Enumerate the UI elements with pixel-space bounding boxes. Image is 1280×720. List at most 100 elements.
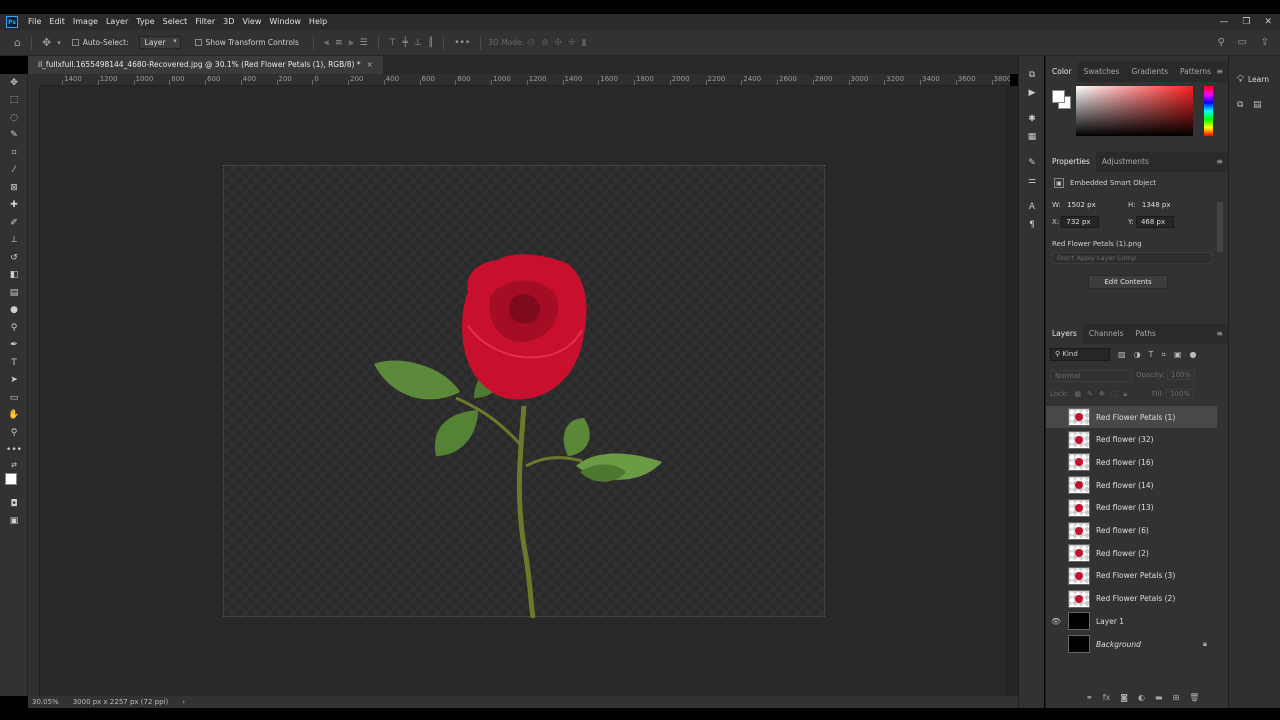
screen-mode-icon[interactable]: ▣ [0,513,28,531]
fx-icon[interactable]: fx [1103,693,1111,702]
status-more-icon[interactable]: › [182,698,185,706]
distribute-icon[interactable]: ☰ [360,38,368,48]
new-layer-icon[interactable]: ⊞ [1173,693,1180,702]
quick-select-tool-icon[interactable]: ✎ [0,127,28,145]
tab-paths[interactable]: Paths [1130,324,1162,344]
history-brush-tool-icon[interactable]: ↺ [0,249,28,267]
layer-row[interactable]: Red flower (32) [1046,429,1217,451]
type-tool-icon[interactable]: T [0,354,28,372]
align-right-icon[interactable]: ⫸ [349,38,354,48]
auto-select-checkbox[interactable] [71,39,79,46]
distribute-vertical-icon[interactable]: ║ [428,38,433,48]
navigator-icon[interactable]: ▦ [1019,128,1045,146]
actions-play-icon[interactable]: ▶ [1019,84,1045,102]
properties-scrollbar[interactable] [1217,202,1223,252]
menu-layer[interactable]: Layer [102,14,132,30]
color-swatches[interactable] [0,471,27,495]
menu-3d[interactable]: 3D [219,14,238,30]
eraser-tool-icon[interactable]: ◧ [0,267,28,285]
document-canvas[interactable] [223,165,825,618]
layer-row[interactable]: Red flower (14) [1046,474,1217,496]
swap-colors-icon[interactable]: ⇄ [0,459,28,471]
menu-file[interactable]: File [24,14,45,30]
layer-row[interactable]: Background 🔒︎ [1046,633,1217,655]
foreground-color-swatch[interactable] [1052,90,1065,103]
edit-contents-button[interactable]: Edit Contents [1088,275,1168,289]
show-transform-checkbox[interactable] [194,39,202,46]
restore-icon[interactable]: ❐ [1242,17,1250,27]
move-tool-icon[interactable]: ✥ [42,36,51,49]
menu-image[interactable]: Image [69,14,102,30]
type-filter-icon[interactable]: T [1149,350,1154,360]
layer-name[interactable]: Red flower (14) [1096,481,1154,490]
layer-row[interactable]: 👁︎ Layer 1 [1046,610,1217,632]
share-icon[interactable]: ⇪ [1261,37,1269,48]
layer-row[interactable]: Red Flower Petals (1) [1046,406,1217,428]
width-input[interactable]: 1502 px [1063,200,1101,210]
comments-icon[interactable]: ▤ [1253,100,1262,110]
show-transform-option[interactable]: Show Transform Controls [194,38,299,47]
layer-name[interactable]: Red Flower Petals (1) [1096,413,1175,422]
layer-row[interactable]: Red Flower Petals (3) [1046,565,1217,587]
trash-icon[interactable]: 🗑︎ [1189,693,1199,702]
menu-select[interactable]: Select [159,14,192,30]
layer-name[interactable]: Red flower (6) [1096,526,1149,535]
menu-window[interactable]: Window [265,14,305,30]
canvas-area[interactable] [40,86,1006,696]
shape-filter-icon[interactable]: ⌗ [1161,350,1166,360]
align-bottom-icon[interactable]: ⊥ [414,38,422,48]
align-middle-icon[interactable]: ╪ [403,38,408,48]
menu-edit[interactable]: Edit [45,14,69,30]
rectangle-tool-icon[interactable]: ▭ [0,389,28,407]
layer-name[interactable]: Layer 1 [1096,617,1124,626]
align-center-icon[interactable]: ≡ [335,38,343,48]
healing-brush-tool-icon[interactable]: ✚ [0,197,28,215]
foreground-color-swatch[interactable] [5,473,17,485]
new-group-icon[interactable]: ▬ [1155,693,1163,702]
brush-settings-icon[interactable]: ✎ [1019,154,1045,172]
tab-patterns[interactable]: Patterns [1174,62,1217,82]
sliders-icon[interactable]: ⚌ [1019,172,1045,190]
zoom-tool-icon[interactable]: ⚲ [0,424,28,442]
panel-menu-icon[interactable]: ≡ [1216,67,1223,76]
libraries-icon[interactable]: ⧉ [1237,100,1243,110]
adjustment-layer-icon[interactable]: ◐ [1138,693,1145,702]
blur-tool-icon[interactable]: ● [0,302,28,320]
tab-properties[interactable]: Properties [1046,152,1096,172]
hue-slider[interactable] [1204,86,1213,136]
layer-row[interactable]: Red Flower Petals (2) [1046,588,1217,610]
lasso-tool-icon[interactable]: ◌ [0,109,28,127]
layer-row[interactable]: Red flower (6) [1046,520,1217,542]
canvas-scrollbar[interactable] [1006,86,1018,696]
history-icon[interactable]: ⧉ [1019,66,1045,84]
layer-name[interactable]: Background [1096,640,1141,649]
character-icon[interactable]: A [1019,198,1045,216]
zoom-level[interactable]: 30.05% [32,698,59,706]
layer-row[interactable]: Red flower (13) [1046,497,1217,519]
menu-filter[interactable]: Filter [191,14,219,30]
chevron-down-icon[interactable]: ▾ [57,39,61,47]
frame-tool-icon[interactable]: ⊠ [0,179,28,197]
auto-select-dropdown[interactable]: Layer [138,36,181,49]
layer-row[interactable]: Red flower (16) [1046,451,1217,473]
minimize-icon[interactable]: — [1219,17,1228,27]
gradient-tool-icon[interactable]: ▤ [0,284,28,302]
layer-name[interactable]: Red flower (2) [1096,549,1149,558]
tab-channels[interactable]: Channels [1083,324,1130,344]
pixel-filter-icon[interactable]: ▨ [1118,350,1126,360]
panel-menu-icon[interactable]: ≡ [1216,157,1223,166]
panel-menu-icon[interactable]: ≡ [1216,329,1223,338]
quick-mask-icon[interactable]: ◘ [0,495,28,513]
x-input[interactable]: 732 px [1061,216,1100,228]
adjustment-filter-icon[interactable]: ◑ [1134,350,1141,360]
paragraph-icon[interactable]: ¶ [1019,216,1045,234]
tab-adjustments[interactable]: Adjustments [1096,152,1155,172]
path-select-tool-icon[interactable]: ➤ [0,372,28,390]
document-tab[interactable]: il_fullxfull.1655498144_4680-Recovered.j… [28,56,383,74]
eyedropper-tool-icon[interactable]: ⁄ [0,162,28,180]
brush-tool-icon[interactable]: ✐ [0,214,28,232]
layer-name[interactable]: Red flower (13) [1096,503,1154,512]
clone-stamp-tool-icon[interactable]: ⊥ [0,232,28,250]
more-options-icon[interactable]: ••• [454,38,470,48]
layer-row[interactable]: Red flower (2) [1046,542,1217,564]
